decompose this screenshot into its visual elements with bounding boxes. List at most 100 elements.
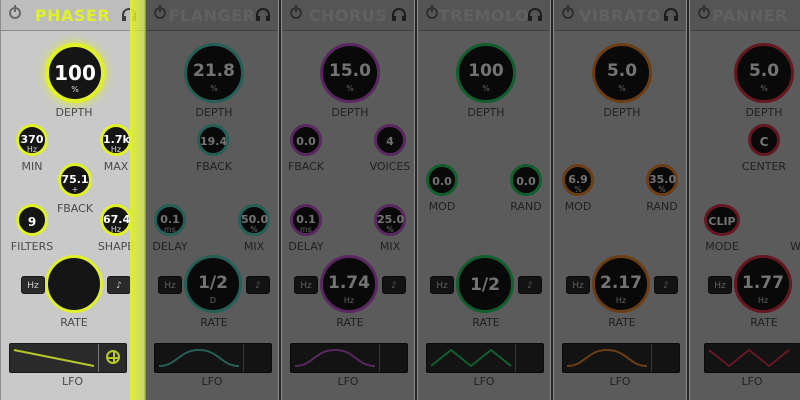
- rate-hz-button[interactable]: Hz: [430, 276, 454, 294]
- lfo-waveform-icon: [294, 348, 376, 367]
- chorus-panel: CHORUS 15.0 % DEPTH 0.0 FBACK 4 VOICES 0…: [281, 0, 415, 400]
- min-knob[interactable]: 370 Hz: [16, 124, 48, 156]
- rate-sync-button[interactable]: ♪: [382, 276, 406, 294]
- rate-knob[interactable]: 1/2: [456, 255, 514, 313]
- globe-icon[interactable]: [106, 350, 120, 364]
- rate-label: RATE: [750, 316, 778, 329]
- rate-sync-button[interactable]: ♪: [246, 276, 270, 294]
- rate-knob[interactable]: 1.74 Hz: [320, 255, 378, 313]
- mod-knob[interactable]: 6.9 %: [562, 164, 594, 196]
- rate-knob[interactable]: 2.17 Hz: [592, 255, 650, 313]
- tremolo-header: TREMOLO: [418, 0, 550, 31]
- lfo-divider: [379, 344, 380, 372]
- lfo-selector[interactable]: [562, 343, 680, 373]
- depth-knob[interactable]: 15.0 %: [320, 43, 380, 103]
- rate-unit: Hz: [757, 296, 769, 305]
- mode-knob[interactable]: CLIP: [704, 204, 740, 236]
- mod-value: 0.0: [432, 175, 452, 188]
- delay-label: DELAY: [152, 240, 188, 253]
- rand-value: 0.0: [516, 175, 536, 188]
- depth-knob[interactable]: 100 %: [456, 43, 516, 103]
- rate-knob[interactable]: 1.77 Hz: [734, 255, 792, 313]
- mod-label: MOD: [564, 200, 592, 213]
- rate-hz-button[interactable]: Hz: [158, 276, 182, 294]
- headphones-icon[interactable]: [664, 8, 678, 21]
- depth-value: 100: [54, 61, 96, 85]
- voices-knob[interactable]: 4: [374, 124, 406, 156]
- filters-knob[interactable]: 9: [16, 204, 48, 236]
- phaser-panel: PHASER 100 % DEPTH 370 Hz MIN 1.7k Hz MA…: [0, 0, 145, 400]
- fback-label: FBACK: [56, 202, 94, 215]
- rate-sync-button[interactable]: ♪: [107, 276, 131, 294]
- rate-hz-button[interactable]: Hz: [294, 276, 318, 294]
- vibrato-panel: VIBRATO 5.0 % DEPTH 6.9 % MOD 35.0 % RAN…: [553, 0, 687, 400]
- lfo-selector[interactable]: [9, 343, 127, 373]
- plugin-title: PANNER: [712, 6, 788, 25]
- rate-hz-button[interactable]: Hz: [21, 276, 45, 294]
- rate-label: RATE: [472, 316, 500, 329]
- fback-knob[interactable]: 19.4: [197, 124, 229, 156]
- depth-value: 15.0: [329, 61, 371, 81]
- lfo-label: LFO: [473, 375, 495, 388]
- headphones-icon[interactable]: [392, 8, 406, 21]
- mix-knob[interactable]: 25.0 %: [374, 204, 406, 236]
- fback-unit: +: [71, 185, 79, 194]
- rate-value: 1/2: [198, 273, 228, 293]
- rate-knob[interactable]: [45, 255, 103, 313]
- mod-knob[interactable]: 0.0: [426, 164, 458, 196]
- delay-knob[interactable]: 0.1 ms: [154, 204, 186, 236]
- rate-label: RATE: [336, 316, 364, 329]
- fback-value: 0.0: [296, 135, 316, 148]
- voices-label: VOICES: [369, 160, 411, 173]
- depth-knob[interactable]: 21.8 %: [184, 43, 244, 103]
- max-knob[interactable]: 1.7k Hz: [100, 124, 132, 156]
- wave-label: WA: [790, 240, 800, 253]
- mod-unit: %: [574, 185, 582, 194]
- vibrato-header: VIBRATO: [554, 0, 686, 31]
- lfo-waveform-icon: [708, 348, 790, 368]
- depth-knob[interactable]: 5.0 %: [592, 43, 652, 103]
- depth-unit: %: [760, 84, 768, 93]
- headphones-icon[interactable]: [256, 8, 270, 21]
- depth-label: DEPTH: [745, 106, 783, 119]
- center-knob[interactable]: C: [748, 124, 780, 156]
- lfo-selector[interactable]: [704, 343, 800, 373]
- headphones-icon[interactable]: [528, 8, 542, 21]
- lfo-label: LFO: [609, 375, 631, 388]
- depth-value: 100: [468, 61, 504, 81]
- rate-unit: Hz: [343, 296, 355, 305]
- depth-knob[interactable]: 100 %: [45, 43, 105, 103]
- max-unit: Hz: [110, 145, 122, 154]
- depth-unit: %: [71, 85, 79, 94]
- mix-knob[interactable]: 50.0 %: [238, 204, 270, 236]
- fback-knob[interactable]: 75.1 +: [58, 163, 92, 197]
- center-value: C: [759, 135, 769, 149]
- depth-knob[interactable]: 5.0 %: [734, 43, 794, 103]
- rate-sync-button[interactable]: ♪: [654, 276, 678, 294]
- lfo-divider: [243, 344, 244, 372]
- depth-value: 5.0: [748, 61, 780, 81]
- rand-knob[interactable]: 35.0 %: [646, 164, 678, 196]
- mode-label: MODE: [705, 240, 739, 253]
- lfo-selector[interactable]: [426, 343, 544, 373]
- center-label: CENTER: [741, 160, 787, 173]
- filters-label: FILTERS: [10, 240, 54, 253]
- panner-panel: PANNER 5.0 % DEPTH C CENTER CLIP MODE WA…: [689, 0, 800, 400]
- lfo-selector[interactable]: [290, 343, 408, 373]
- shape-unit: Hz: [110, 225, 122, 234]
- rate-sync-button[interactable]: ♪: [518, 276, 542, 294]
- rand-unit: %: [658, 185, 666, 194]
- depth-value: 21.8: [193, 61, 235, 81]
- rate-hz-button[interactable]: Hz: [708, 276, 732, 294]
- delay-knob[interactable]: 0.1 ms: [290, 204, 322, 236]
- rate-label: RATE: [608, 316, 636, 329]
- rand-knob[interactable]: 0.0: [510, 164, 542, 196]
- lfo-selector[interactable]: [154, 343, 272, 373]
- rate-hz-button[interactable]: Hz: [566, 276, 590, 294]
- flanger-header: FLANGER: [146, 0, 278, 31]
- shape-knob[interactable]: 67.4 Hz: [100, 204, 132, 236]
- rand-label: RAND: [646, 200, 678, 213]
- rate-knob[interactable]: 1/2 D: [184, 255, 242, 313]
- fback-knob[interactable]: 0.0: [290, 124, 322, 156]
- depth-unit: %: [482, 84, 490, 93]
